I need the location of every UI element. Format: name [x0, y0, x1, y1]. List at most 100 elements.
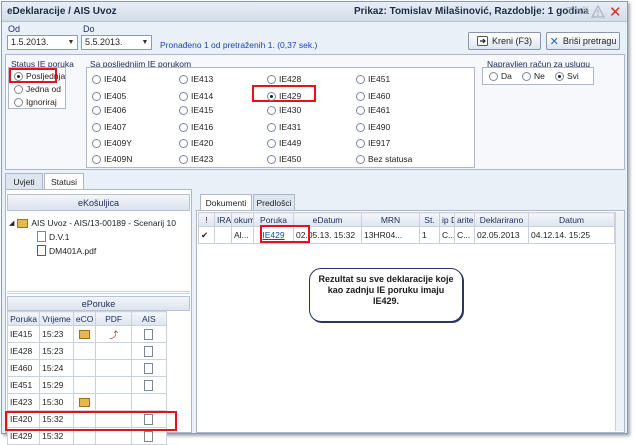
- tree-root[interactable]: ◢ AIS Uvoz - AIS/13-00189 - Scenarij 10: [9, 218, 192, 228]
- ie-option-label: IE407: [104, 122, 127, 132]
- ie-option-ie449[interactable]: IE449: [267, 138, 301, 148]
- ie-option-ie416[interactable]: IE416: [179, 122, 213, 132]
- ie-option-ie409y[interactable]: IE409Y: [92, 138, 132, 148]
- ie-option-label: IE405: [104, 91, 127, 101]
- tab-statusi[interactable]: Statusi: [44, 173, 84, 189]
- eporuke-col-header[interactable]: Vrijeme: [39, 311, 74, 326]
- chevron-down-icon[interactable]: ▼: [66, 37, 76, 48]
- ie-option-ie431[interactable]: IE431: [267, 122, 301, 132]
- status-option-label: Posljednja: [26, 71, 66, 81]
- doc-col-header[interactable]: !: [198, 212, 215, 227]
- eporuke-col-header[interactable]: PDF: [95, 311, 132, 326]
- ie-option-ie423[interactable]: IE423: [179, 154, 213, 164]
- ie-option-label: IE404: [104, 74, 127, 84]
- ie-option-label: IE409N: [104, 154, 133, 164]
- ie-option-ie404[interactable]: IE404: [92, 74, 126, 84]
- ie-option-ie490[interactable]: IE490: [356, 122, 390, 132]
- search-link[interactable]: Traži: [567, 6, 589, 17]
- tree-root-label: AIS Uvoz - AIS/13-00189 - Scenarij 10: [31, 218, 176, 228]
- eporuke-col-header[interactable]: Poruka: [6, 311, 41, 326]
- eco-cell[interactable]: [72, 325, 97, 343]
- pdf-icon: ⤴: [109, 329, 119, 340]
- radio-icon: [356, 154, 365, 164]
- ie-option-ie451[interactable]: IE451: [356, 74, 390, 84]
- doc-col-header[interactable]: Datum: [528, 212, 615, 227]
- status-option-ignoriraj[interactable]: Ignoriraj: [14, 97, 57, 107]
- ie-option-ie460[interactable]: IE460: [356, 91, 390, 101]
- doc-col-header[interactable]: arite: [454, 212, 475, 227]
- doc-col-header[interactable]: okumen: [231, 212, 254, 227]
- do-date-value: 5.5.2013.: [85, 37, 123, 47]
- clear-search-button[interactable]: ✕ Briši pretragu: [546, 32, 620, 50]
- ie-option-ie407[interactable]: IE407: [92, 122, 126, 132]
- tab-uvjeti[interactable]: Uvjeti: [5, 173, 43, 189]
- ais-cell[interactable]: [130, 325, 168, 343]
- ie-option-ie406[interactable]: IE406: [92, 105, 126, 115]
- ais-cell[interactable]: [130, 359, 168, 377]
- ais-cell[interactable]: [130, 342, 168, 360]
- ie-option-ie429[interactable]: IE429: [267, 91, 301, 101]
- tree-item[interactable]: D.V.1: [37, 231, 192, 242]
- status-option-jedna-od[interactable]: Jedna od: [14, 84, 61, 94]
- ie-option-ie413[interactable]: IE413: [179, 74, 213, 84]
- collapse-icon[interactable]: ◢: [9, 219, 14, 227]
- splitter[interactable]: [7, 291, 190, 294]
- ie-option-bez-statusa[interactable]: Bez statusa: [356, 154, 412, 164]
- radio-icon: [92, 91, 101, 101]
- chevron-down-icon[interactable]: ▼: [140, 37, 150, 48]
- radio-icon: [267, 138, 276, 148]
- ie-option-ie420[interactable]: IE420: [179, 138, 213, 148]
- warning-icon[interactable]: [591, 5, 605, 18]
- pdf-file-icon: [37, 245, 46, 256]
- ie-option-ie917[interactable]: IE917: [356, 138, 390, 148]
- usluga-option-label: Ne: [534, 71, 545, 81]
- table-row[interactable]: IE415 15:23 ⤴: [6, 325, 168, 343]
- ais-cell[interactable]: [130, 376, 168, 394]
- ie-option-ie461[interactable]: IE461: [356, 105, 390, 115]
- usluga-option-ne[interactable]: Ne: [522, 71, 545, 81]
- table-row[interactable]: IE451 15:29: [6, 376, 168, 394]
- tab-dokumenti[interactable]: Dokumenti: [200, 194, 252, 210]
- ie-option-ie414[interactable]: IE414: [179, 91, 213, 101]
- radio-icon: [179, 105, 188, 115]
- do-date-field[interactable]: 5.5.2013. ▼: [81, 35, 152, 50]
- pdf-cell[interactable]: ⤴: [95, 325, 132, 343]
- radio-icon: [14, 71, 23, 81]
- doc-col-header[interactable]: Deklarirano: [474, 212, 529, 227]
- search-button[interactable]: Kreni (F3): [468, 32, 541, 50]
- ie-option-ie428[interactable]: IE428: [267, 74, 301, 84]
- ie-option-ie430[interactable]: IE430: [267, 105, 301, 115]
- eporuke-col-header[interactable]: eCO: [72, 311, 97, 326]
- radio-icon: [356, 105, 365, 115]
- table-row[interactable]: IE460 15:24: [6, 359, 168, 377]
- ie-option-label: IE460: [368, 91, 391, 101]
- vertical-scrollbar[interactable]: [615, 212, 624, 431]
- ie-option-ie405[interactable]: IE405: [92, 91, 126, 101]
- tree-item[interactable]: DM401A.pdf: [37, 245, 192, 256]
- eco-cell[interactable]: [72, 393, 97, 411]
- usluga-option-da[interactable]: Da: [489, 71, 512, 81]
- doc-col-header[interactable]: ip D: [439, 212, 455, 227]
- radio-icon: [179, 91, 188, 101]
- ie429-doc-highlight: [260, 225, 310, 243]
- table-row[interactable]: IE423 15:30: [6, 393, 168, 411]
- status-option-posljednja[interactable]: Posljednja: [14, 71, 65, 81]
- radio-icon: [267, 74, 276, 84]
- document-icon: [144, 362, 154, 374]
- doc-col-header[interactable]: MRN: [361, 212, 420, 227]
- eporuke-col-header[interactable]: AIS: [130, 311, 168, 326]
- ie-option-label: IE430: [279, 105, 302, 115]
- ie-option-ie409n[interactable]: IE409N: [92, 154, 132, 164]
- ie-option-label: IE413: [191, 74, 214, 84]
- table-row[interactable]: IE428 15:23: [6, 342, 168, 360]
- usluga-option-svi[interactable]: Svi: [555, 71, 579, 81]
- ie-option-ie450[interactable]: IE450: [267, 154, 301, 164]
- od-date-value: 1.5.2013.: [11, 37, 49, 47]
- doc-col-header[interactable]: IRA: [214, 212, 232, 227]
- close-icon[interactable]: ✕: [609, 3, 622, 21]
- document-icon: [144, 345, 154, 357]
- tab-predlosci[interactable]: Predlošci: [253, 194, 295, 210]
- od-date-field[interactable]: 1.5.2013. ▼: [7, 35, 78, 50]
- doc-col-header[interactable]: St.: [419, 212, 440, 227]
- ie-option-ie415[interactable]: IE415: [179, 105, 213, 115]
